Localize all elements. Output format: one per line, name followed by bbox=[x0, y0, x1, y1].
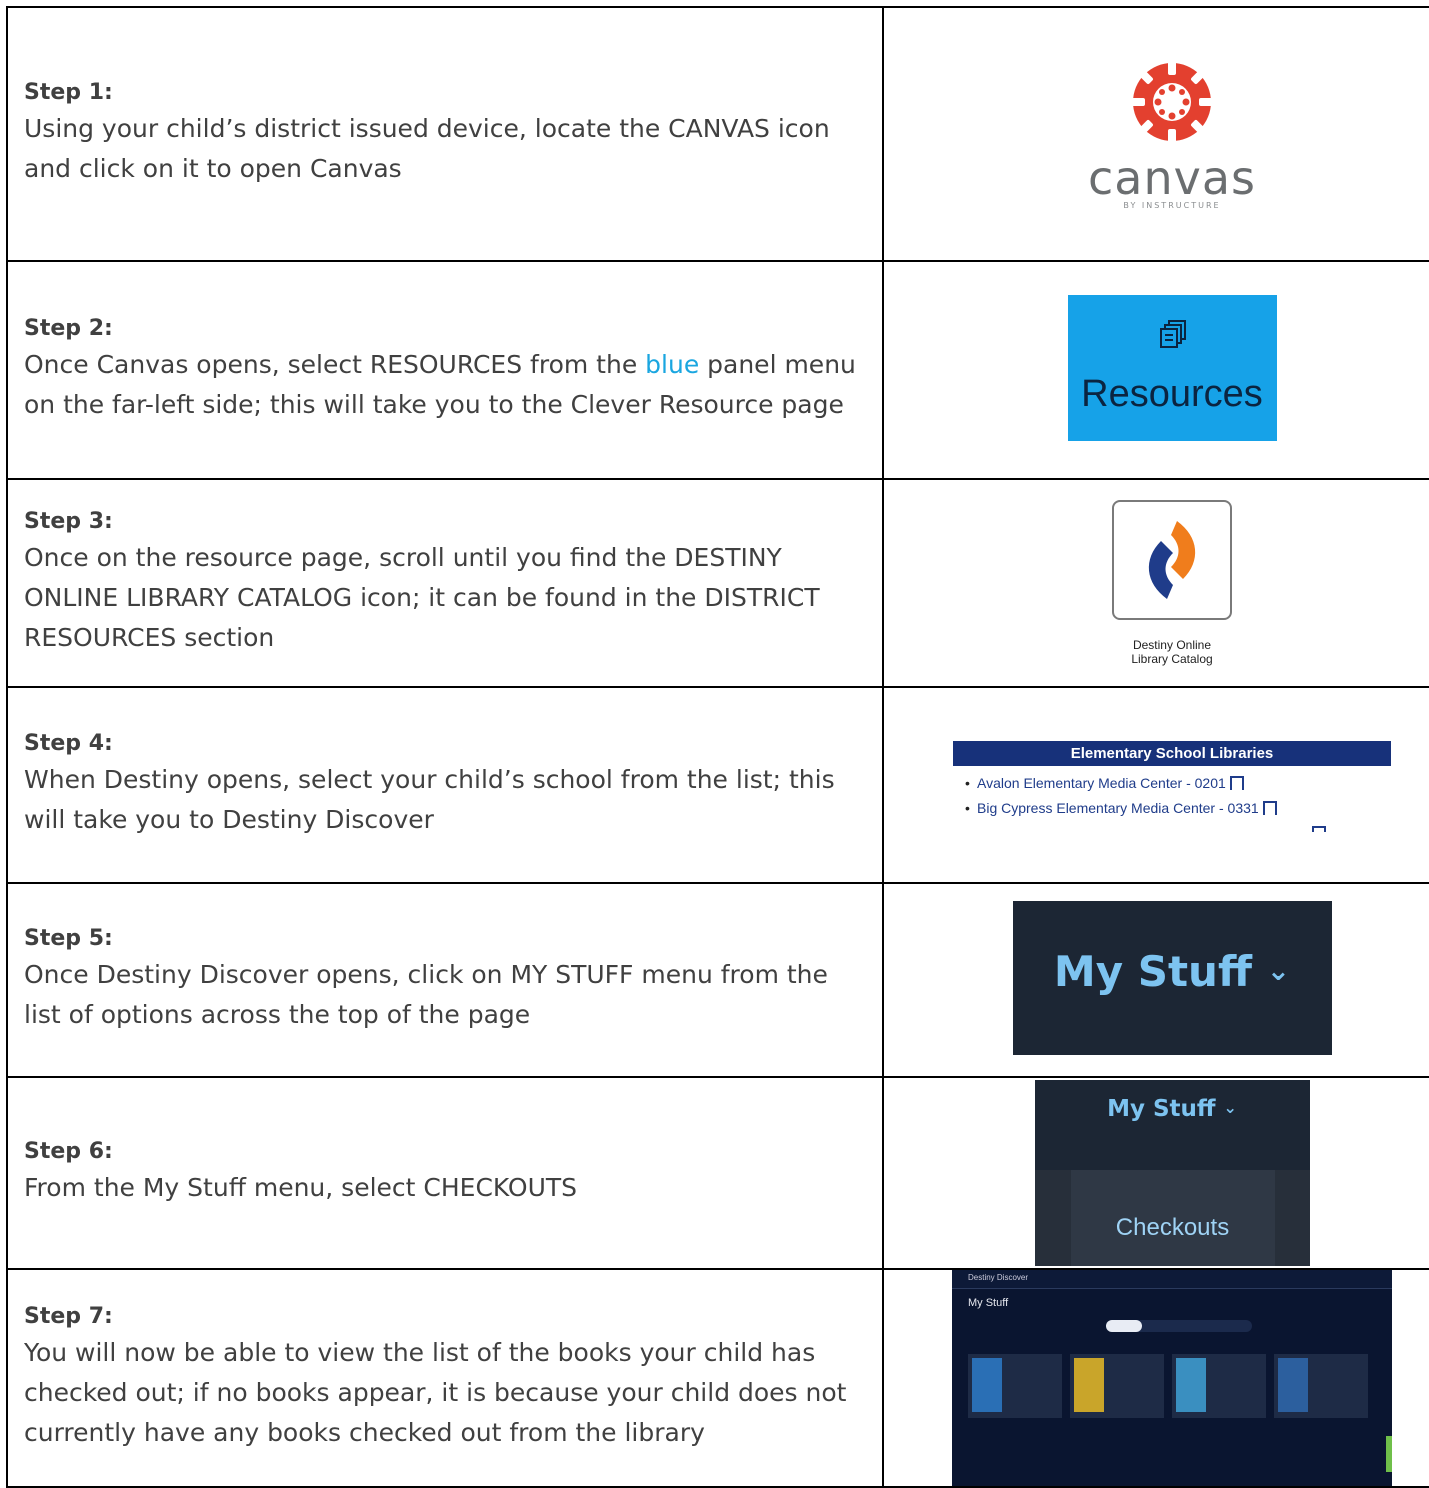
book-cover bbox=[972, 1358, 1002, 1412]
destiny-tile: Destiny Online Library Catalog bbox=[1112, 499, 1232, 666]
destiny-discover-screenshot: Destiny Discover My Stuff bbox=[952, 1270, 1392, 1486]
bookmark-icon bbox=[1312, 825, 1326, 832]
resources-icon bbox=[1159, 320, 1186, 348]
library-item-label: Avalon Elementary Media Center - 0201 bbox=[977, 774, 1226, 791]
step-5-title: Step 5: bbox=[24, 925, 113, 951]
discover-page-title: My Stuff bbox=[968, 1297, 1009, 1309]
book-cover bbox=[1074, 1358, 1104, 1412]
step-6-description: From the My Stuff menu, select CHECKOUTS bbox=[24, 1172, 578, 1202]
my-stuff-menu-button[interactable]: My Stuff ⌄ bbox=[1012, 901, 1332, 1055]
book-card[interactable] bbox=[1070, 1354, 1164, 1418]
library-list-heading: Elementary School Libraries bbox=[953, 740, 1391, 766]
step-4-title: Step 4: bbox=[24, 730, 113, 756]
my-stuff-menu-text: My Stuff bbox=[1107, 1096, 1216, 1122]
step-4-description: When Destiny opens, select your child’s … bbox=[24, 764, 835, 834]
step-4-image-cell: Elementary School Libraries Avalon Eleme… bbox=[882, 686, 1429, 884]
step-2-desc-pre: Once Canvas opens, select RESOURCES from… bbox=[24, 349, 646, 379]
step-row-6: Step 6: From the My Stuff menu, select C… bbox=[6, 1076, 1429, 1270]
steps-table: Step 1: Using your child’s district issu… bbox=[6, 6, 1429, 1488]
step-2-title: Step 2: bbox=[24, 315, 113, 341]
discover-brand: Destiny Discover bbox=[968, 1273, 1029, 1282]
discover-tabs[interactable] bbox=[1106, 1320, 1252, 1332]
my-stuff-label: My Stuff ⌄ bbox=[1013, 947, 1332, 996]
step-6-title: Step 6: bbox=[24, 1138, 113, 1164]
step-7-image-cell: Destiny Discover My Stuff bbox=[882, 1268, 1429, 1488]
canvas-mark-icon bbox=[1130, 60, 1213, 143]
my-stuff-menu-label[interactable]: My Stuff ⌄ bbox=[1035, 1096, 1310, 1122]
book-cover bbox=[1278, 1358, 1308, 1412]
step-3-text-cell: Step 3: Once on the resource page, scrol… bbox=[6, 478, 884, 688]
bookmark-icon[interactable] bbox=[1229, 775, 1244, 790]
library-list-item[interactable]: Avalon Elementary Media Center - 0201 bbox=[953, 766, 1391, 791]
step-5-text-cell: Step 5: Once Destiny Discover opens, cli… bbox=[6, 882, 884, 1078]
step-2-text-cell: Step 2: Once Canvas opens, select RESOUR… bbox=[6, 260, 884, 480]
resources-button: Resources bbox=[1067, 295, 1277, 441]
step-4-text-cell: Step 4: When Destiny opens, select your … bbox=[6, 686, 884, 884]
library-list: Elementary School Libraries Avalon Eleme… bbox=[953, 740, 1391, 832]
step-7-description: You will now be able to view the list of… bbox=[24, 1337, 847, 1447]
book-card[interactable] bbox=[1274, 1354, 1368, 1418]
book-card[interactable] bbox=[968, 1354, 1062, 1418]
step-row-5: Step 5: Once Destiny Discover opens, cli… bbox=[6, 882, 1429, 1078]
step-5-image-cell: My Stuff ⌄ bbox=[882, 882, 1429, 1078]
destiny-label-line-1: Destiny Online bbox=[1132, 637, 1212, 652]
step-row-1: Step 1: Using your child’s district issu… bbox=[6, 6, 1429, 262]
step-5-description: Once Destiny Discover opens, click on MY… bbox=[24, 959, 828, 1029]
destiny-label-line-2: Library Catalog bbox=[1131, 651, 1213, 666]
step-3-description: Once on the resource page, scroll until … bbox=[24, 542, 820, 652]
library-list-more bbox=[953, 816, 1391, 832]
canvas-logo: canvas BY INSTRUCTURE bbox=[1088, 57, 1256, 210]
step-row-3: Step 3: Once on the resource page, scrol… bbox=[6, 478, 1429, 688]
resources-label: Resources bbox=[1081, 373, 1263, 415]
step-1-description: Using your child’s district issued devic… bbox=[24, 113, 830, 183]
checkouts-menu-item[interactable]: Checkouts bbox=[1071, 1214, 1275, 1242]
checkouts-menu-screenshot: My Stuff ⌄ Checkouts bbox=[1034, 1080, 1310, 1266]
discover-top-bar: Destiny Discover bbox=[952, 1270, 1392, 1289]
step-6-text-cell: Step 6: From the My Stuff menu, select C… bbox=[6, 1076, 884, 1270]
step-row-7: Step 7: You will now be able to view the… bbox=[6, 1268, 1429, 1488]
step-3-title: Step 3: bbox=[24, 508, 113, 534]
step-3-image-cell: Destiny Online Library Catalog bbox=[882, 478, 1429, 688]
my-stuff-text: My Stuff bbox=[1053, 947, 1252, 996]
discover-active-tab[interactable] bbox=[1106, 1320, 1142, 1332]
step-2-description: Once Canvas opens, select RESOURCES from… bbox=[24, 345, 866, 425]
canvas-wordmark: canvas bbox=[1087, 150, 1256, 205]
step-6-image-cell: My Stuff ⌄ Checkouts bbox=[882, 1076, 1429, 1270]
step-2-desc-blue: blue bbox=[645, 349, 700, 379]
library-list-item[interactable]: Big Cypress Elementary Media Center - 03… bbox=[953, 791, 1391, 816]
chevron-down-icon: ⌄ bbox=[1223, 1098, 1237, 1117]
destiny-logo-icon bbox=[1148, 520, 1196, 599]
step-7-text-cell: Step 7: You will now be able to view the… bbox=[6, 1268, 884, 1488]
step-7-title: Step 7: bbox=[24, 1303, 113, 1329]
step-row-4: Step 4: When Destiny opens, select your … bbox=[6, 686, 1429, 884]
step-1-text-cell: Step 1: Using your child’s district issu… bbox=[6, 6, 884, 262]
step-row-2: Step 2: Once Canvas opens, select RESOUR… bbox=[6, 260, 1429, 480]
step-1-image-cell: canvas BY INSTRUCTURE bbox=[882, 6, 1429, 262]
book-card[interactable] bbox=[1172, 1354, 1266, 1418]
step-1-title: Step 1: bbox=[24, 79, 113, 105]
bookmark-icon[interactable] bbox=[1262, 800, 1277, 815]
chevron-down-icon: ⌄ bbox=[1266, 954, 1291, 987]
step-2-image-cell: Resources bbox=[882, 260, 1429, 480]
library-item-label: Big Cypress Elementary Media Center - 03… bbox=[977, 799, 1259, 816]
destiny-logo-box bbox=[1112, 499, 1232, 620]
feedback-tab[interactable] bbox=[1386, 1436, 1392, 1472]
book-cover bbox=[1176, 1358, 1206, 1412]
destiny-label: Destiny Online Library Catalog bbox=[1112, 638, 1232, 666]
